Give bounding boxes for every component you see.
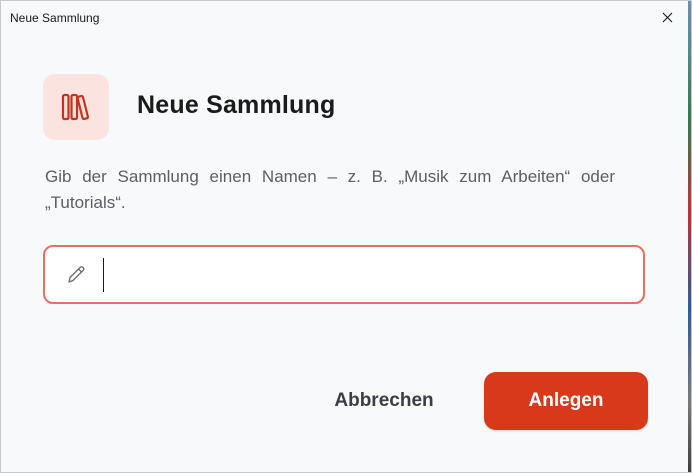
title-bar[interactable]: Neue Sammlung <box>1 1 688 34</box>
close-button[interactable] <box>646 1 688 34</box>
name-input-field[interactable] <box>43 245 645 304</box>
background-edge <box>688 1 691 472</box>
books-icon <box>61 93 89 121</box>
create-button[interactable]: Anlegen <box>484 372 648 430</box>
dialog-window: Neue Sammlung Neue Sammlung Gib der Samm… <box>0 0 692 473</box>
close-icon <box>662 12 672 23</box>
collection-name-input[interactable] <box>103 257 643 292</box>
collection-icon-tile <box>43 74 109 140</box>
dialog-heading: Neue Sammlung <box>137 91 336 119</box>
pencil-icon <box>65 264 87 286</box>
cancel-button[interactable]: Abbrechen <box>319 373 449 429</box>
dialog-description: Gib der Sammlung einen Namen – z. B. „Mu… <box>45 167 615 212</box>
window-title: Neue Sammlung <box>10 10 100 25</box>
